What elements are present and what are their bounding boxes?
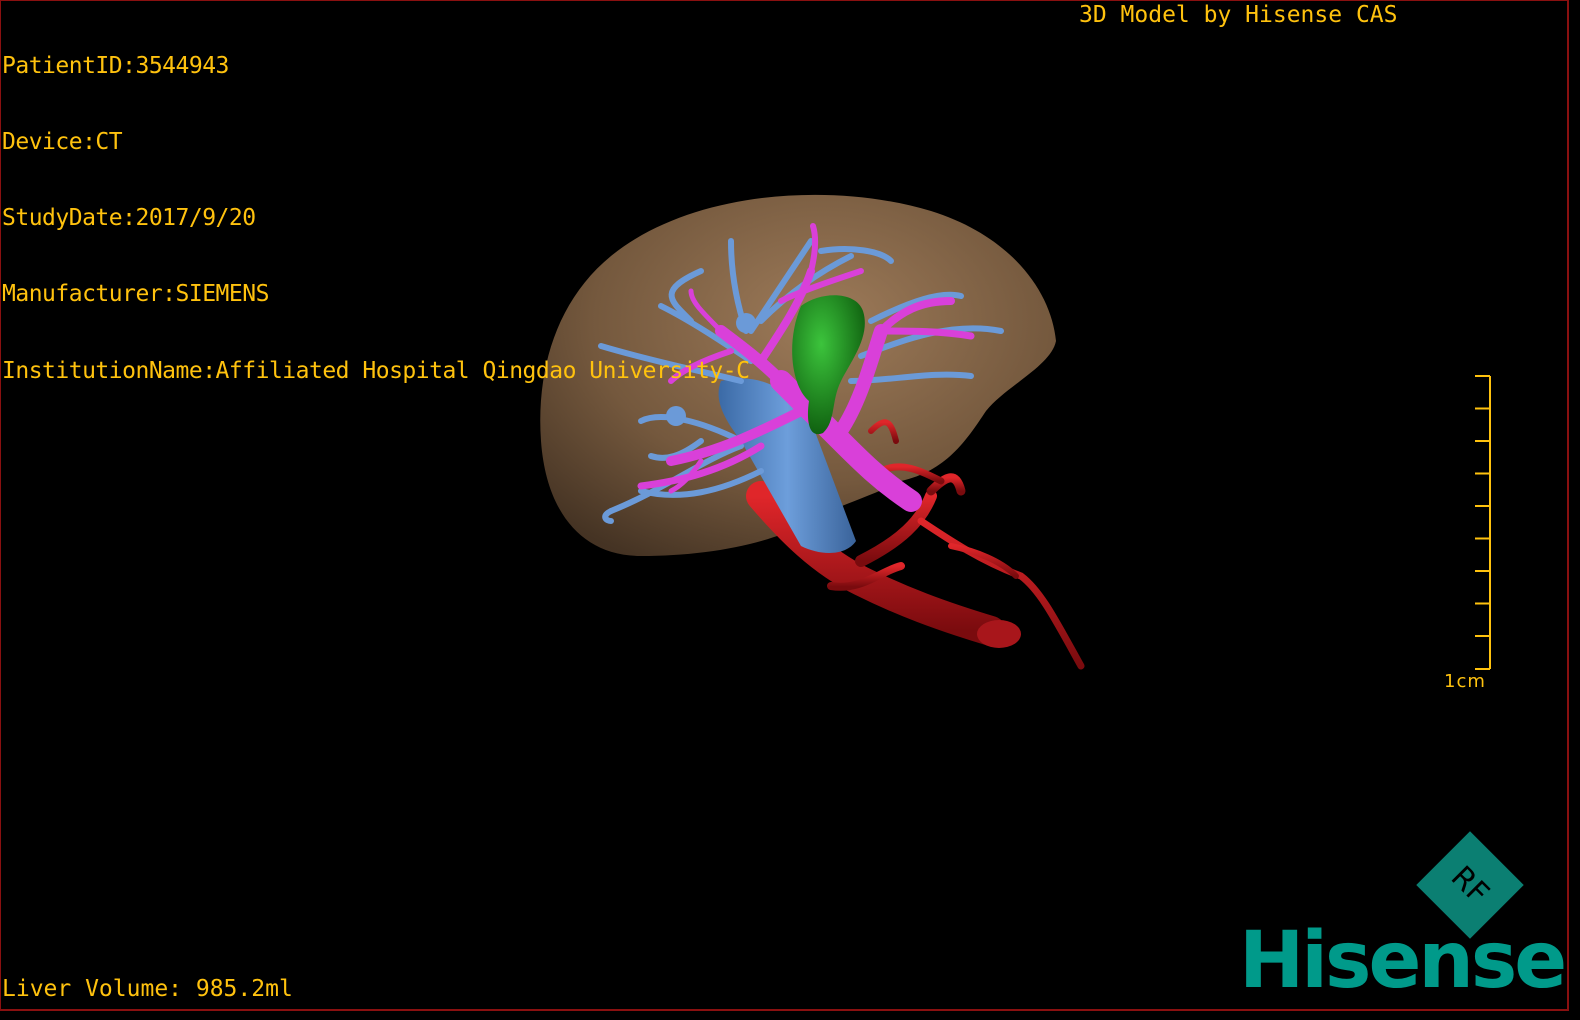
aorta-stump [977,620,1021,648]
3d-viewport[interactable]: PatientID:3544943 Device:CT StudyDate:20… [0,0,1569,1011]
institution-label: InstitutionName:Affiliated Hospital Qing… [2,357,750,384]
liver-volume-label: Liver Volume: 985.2ml [2,976,293,1002]
dicom-header-overlay: PatientID:3544943 Device:CT StudyDate:20… [2,3,750,435]
study-date-label: StudyDate:2017/9/20 [2,205,256,232]
model-credit-label: 3D Model by Hisense CAS [1079,2,1398,28]
device-label: Device:CT [2,129,123,156]
manufacturer-label: Manufacturer:SIEMENS [2,281,269,308]
patient-id-label: PatientID:3544943 [2,52,229,79]
scale-bar-label: 1cm [1444,671,1486,692]
hisense-logo: Hisense [1239,916,1567,1006]
scale-bar [1475,375,1491,670]
